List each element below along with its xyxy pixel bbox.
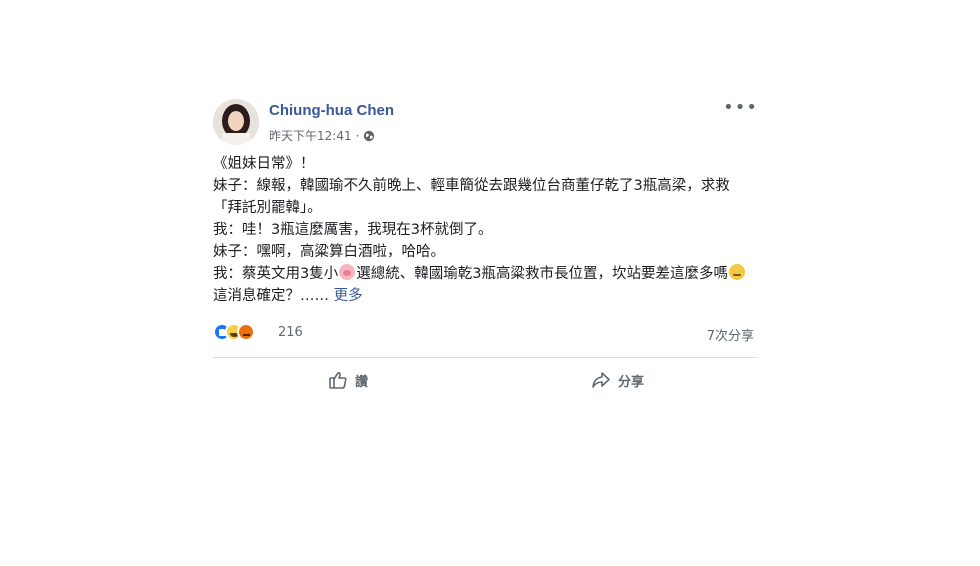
reactions-row: 216 7次分享 bbox=[213, 323, 758, 345]
share-arrow-icon bbox=[591, 370, 611, 390]
pig-face-emoji bbox=[339, 264, 356, 280]
see-more-link[interactable]: 更多 bbox=[334, 288, 363, 304]
reaction-count[interactable]: 216 bbox=[278, 325, 303, 340]
post-timestamp[interactable]: 昨天下午12:41 bbox=[269, 127, 352, 144]
share-button[interactable]: 分享 bbox=[591, 358, 644, 402]
post-content: 《姐妹日常》！ 妹子：線報，韓國瑜不久前晚上、輕車簡從去跟幾位台商董仔乾了3瓶高… bbox=[213, 153, 758, 307]
like-label: 讚 bbox=[355, 374, 369, 390]
content-line: 我：哇！3瓶這麼厲害，我現在3杯就倒了。 bbox=[213, 222, 493, 238]
content-line: 我：蔡英文用3隻小 選總統、韓國瑜乾3瓶高粱救市長位置，坎站要差這麼多嗎這消息確定… bbox=[213, 263, 758, 307]
content-text: 這消息確定？…… bbox=[213, 288, 329, 304]
globe-icon bbox=[363, 130, 375, 142]
angry-reaction-icon bbox=[237, 323, 255, 341]
content-line: 妹子：嘿啊，高粱算白酒啦，哈哈。 bbox=[213, 244, 445, 260]
rolling-eyes-emoji bbox=[728, 264, 745, 280]
post-header: Chiung-hua Chen 昨天下午12:41 · ••• bbox=[213, 97, 758, 149]
action-bar: 讚 分享 bbox=[213, 358, 758, 402]
author-name[interactable]: Chiung-hua Chen bbox=[269, 102, 394, 119]
post-meta: 昨天下午12:41 · bbox=[269, 127, 375, 144]
share-count[interactable]: 7次分享 bbox=[707, 325, 754, 344]
more-options-icon[interactable]: ••• bbox=[723, 99, 758, 117]
like-button[interactable]: 讚 bbox=[328, 358, 368, 402]
content-line: 妹子：線報，韓國瑜不久前晚上、輕車簡從去跟幾位台商董仔乾了3瓶高梁，求救「拜託別… bbox=[213, 178, 730, 216]
reaction-icons[interactable] bbox=[213, 323, 255, 341]
content-text: 選總統、韓國瑜乾3瓶高粱救市長位置，坎站要差這麼多嗎 bbox=[356, 266, 728, 282]
thumbs-up-icon bbox=[328, 370, 348, 390]
content-line: 《姐妹日常》！ bbox=[213, 156, 315, 172]
content-text: 我：蔡英文用3隻小 bbox=[213, 266, 339, 282]
post-card: Chiung-hua Chen 昨天下午12:41 · ••• 《姐妹日常》！ … bbox=[213, 97, 758, 402]
avatar[interactable] bbox=[213, 99, 259, 145]
meta-separator: · bbox=[355, 128, 360, 143]
share-label: 分享 bbox=[618, 374, 645, 390]
